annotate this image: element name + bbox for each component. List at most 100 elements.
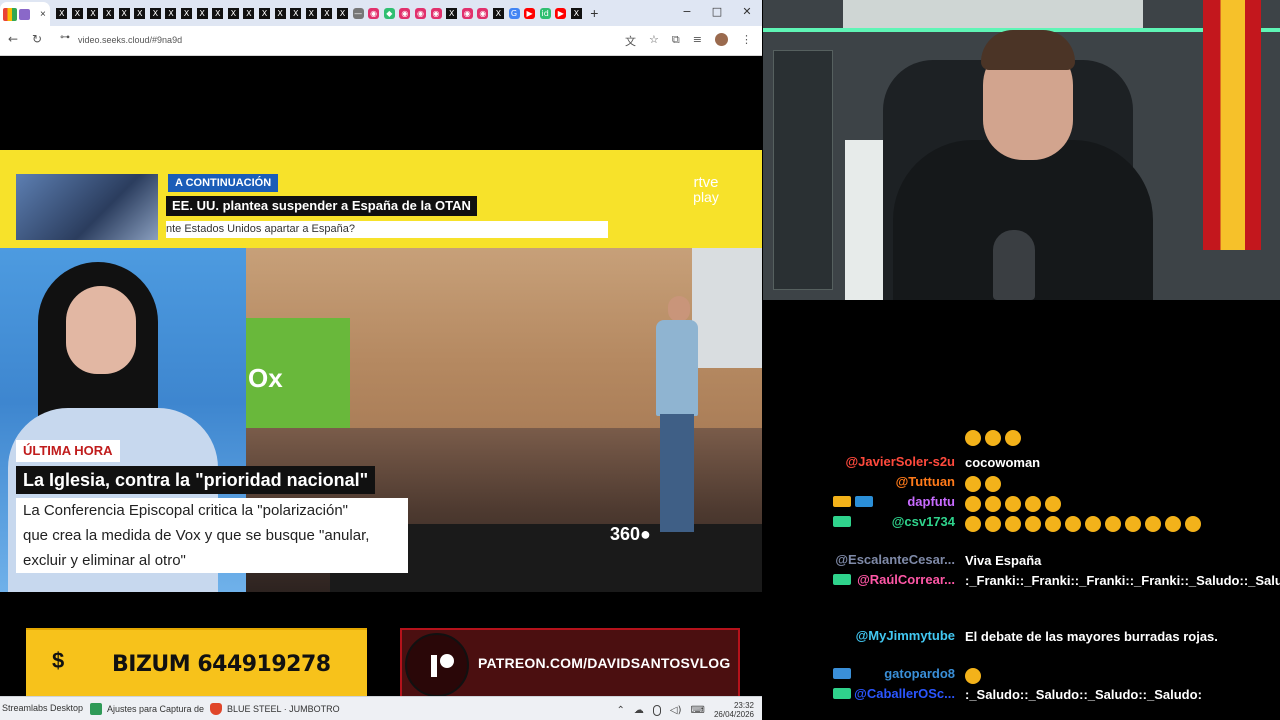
profile-avatar[interactable]	[715, 33, 728, 46]
pinned-tab-icon[interactable]: —	[352, 7, 364, 19]
emoji-laugh-icon	[985, 515, 1001, 532]
emoji-laugh-icon	[1025, 495, 1041, 512]
pinned-tab-icon[interactable]: X	[149, 7, 161, 19]
clock[interactable]: 23:32 26/04/2026	[714, 701, 754, 719]
close-window-button[interactable]: ✕	[732, 0, 762, 24]
taskbar-item-browser[interactable]: BLUE STEEL · JUMBOTRO	[210, 703, 340, 715]
pinned-tab-icon[interactable]: X	[165, 7, 177, 19]
chat-username[interactable]: @EscalanteCesar...	[835, 552, 955, 567]
chat-badge-icon	[833, 688, 851, 699]
video-player[interactable]: A CONTINUACIÓN EE. UU. plantea suspender…	[0, 56, 762, 696]
chat-username[interactable]: @RaúlCorrear...	[857, 572, 955, 587]
spanish-flag	[1203, 0, 1261, 250]
pinned-tab-icon[interactable]: ◉	[430, 7, 442, 19]
translate-icon[interactable]: 文	[625, 33, 636, 49]
microphone-icon[interactable]	[652, 704, 661, 716]
toolbar-icons: 文 ☆ ⧉ ≡ ⋮	[625, 33, 752, 49]
pinned-tab-icon[interactable]: ◉	[414, 7, 426, 19]
pinned-tab-icon[interactable]: X	[103, 7, 115, 19]
next-up-subtitle: nte Estados Unidos apartar a España?	[166, 221, 608, 238]
chat-username[interactable]: @Tuttuan	[896, 474, 955, 489]
pinned-tab-icon[interactable]: X	[118, 7, 130, 19]
speaker-shirt	[656, 320, 698, 416]
pinned-tab-icon[interactable]: X	[305, 7, 317, 19]
pinned-tab-icon[interactable]: ◉	[477, 7, 489, 19]
pinned-tab-icon[interactable]: ◉	[461, 7, 473, 19]
taskbar-item-streamlabs[interactable]: Streamlabs Desktop	[2, 703, 83, 713]
headline-subtitle: La Conferencia Episcopal critica la "pol…	[16, 498, 408, 573]
pinned-tab-icon[interactable]: G	[508, 7, 520, 19]
chat-username[interactable]: @JavierSoler-s2u	[845, 454, 955, 469]
pinned-tab-icon[interactable]: X	[56, 7, 68, 19]
next-up-banner: A CONTINUACIÓN EE. UU. plantea suspender…	[0, 150, 762, 248]
pinned-tab-icon[interactable]: ◉	[368, 7, 380, 19]
chat-text	[965, 494, 1249, 512]
url-field[interactable]: video.seeks.cloud/#9na9d	[78, 35, 182, 45]
pinned-tab-icon[interactable]: X	[290, 7, 302, 19]
new-tab-button[interactable]: +	[590, 5, 598, 21]
pinned-tab-icon[interactable]: X	[243, 7, 255, 19]
reload-button[interactable]: ↻	[32, 32, 42, 46]
emoji-laugh-icon	[1085, 515, 1101, 532]
pinned-tab-icon[interactable]: X	[212, 7, 224, 19]
bookmark-star-icon[interactable]: ☆	[649, 33, 659, 49]
pinned-tab-icon[interactable]: X	[227, 7, 239, 19]
page-favicon	[19, 8, 30, 20]
chat-username[interactable]: dapfutu	[907, 494, 955, 509]
pinned-tab-icon[interactable]: X	[71, 7, 83, 19]
chat-text: cocowoman	[965, 454, 1249, 472]
pinned-tab-icon[interactable]: ◉	[399, 7, 411, 19]
chat-username[interactable]: @MyJimmytube	[856, 628, 955, 643]
chat-text: El debate de las mayores burradas rojas.	[965, 628, 1249, 646]
pinned-tab-icon[interactable]: X	[259, 7, 271, 19]
chat-username[interactable]: @csv1734	[892, 514, 955, 529]
pinned-tab-icon[interactable]: X	[492, 7, 504, 19]
media-controls-icon[interactable]: ≡	[693, 33, 702, 49]
live-chat: @JavierSoler-s2u cocowoman @Tuttuan dapfutu…	[763, 300, 1280, 720]
speaker-jeans	[660, 414, 694, 532]
chat-badge-icon	[855, 496, 873, 507]
tab-close-icon[interactable]: ×	[40, 9, 46, 20]
pinned-tab-icon[interactable]: X	[446, 7, 458, 19]
pinned-tab-icon[interactable]: X	[321, 7, 333, 19]
minimize-button[interactable]: −	[672, 0, 702, 24]
chat-text	[965, 514, 1249, 532]
active-tab[interactable]: ×	[0, 2, 50, 26]
chat-text: Viva España	[965, 552, 1249, 570]
onedrive-icon[interactable]: ☁	[634, 705, 644, 716]
pinned-tab-icon[interactable]: X	[87, 7, 99, 19]
pinned-tab-icon[interactable]: X	[134, 7, 146, 19]
system-tray: ⌃ ☁ ◁) ⌨ 23:32 26/04/2026	[617, 701, 754, 719]
maximize-button[interactable]: □	[702, 0, 732, 24]
back-button[interactable]: ←	[8, 32, 18, 46]
pinned-tab-icon[interactable]: X	[196, 7, 208, 19]
chat-badge-icon	[833, 574, 851, 585]
pinned-tab-icon[interactable]: ◆	[383, 7, 395, 19]
rtve-play-logo: rtve play	[686, 175, 726, 205]
tray-chevron-icon[interactable]: ⌃	[617, 705, 625, 716]
emoji-laugh-icon	[1025, 515, 1041, 532]
taskbar-item-capture[interactable]: Ajustes para Captura de	[90, 703, 204, 715]
pinned-tab-icon[interactable]: X	[181, 7, 193, 19]
menu-kebab-icon[interactable]: ⋮	[741, 33, 752, 49]
emoji-laugh-icon	[965, 515, 981, 532]
chat-username[interactable]: @CaballerOSc...	[854, 686, 955, 701]
taskbar-label: Streamlabs Desktop	[2, 703, 84, 713]
speaker-icon[interactable]: ◁)	[670, 705, 682, 716]
chat-username[interactable]: gatopardo8	[884, 666, 955, 681]
streamer	[863, 30, 1173, 300]
pinned-tab-icon[interactable]: id	[539, 7, 551, 19]
chat-text	[965, 474, 1249, 492]
chat-text-content: :_Franki::_Franki::_Franki::_Franki::_Sa…	[965, 573, 1280, 588]
keyboard-icon[interactable]: ⌨	[691, 705, 705, 716]
capture-app-icon	[90, 703, 102, 715]
site-info-icon[interactable]: ⊶	[60, 32, 70, 43]
chat-text	[965, 428, 1249, 446]
pinned-tab-icon[interactable]: X	[336, 7, 348, 19]
emoji-laugh-icon	[1045, 515, 1061, 532]
pinned-tab-icon[interactable]: ▶	[524, 7, 536, 19]
pinned-tab-icon[interactable]: X	[570, 7, 582, 19]
pinned-tab-icon[interactable]: ▶	[555, 7, 567, 19]
pinned-tab-icon[interactable]: X	[274, 7, 286, 19]
extensions-icon[interactable]: ⧉	[672, 33, 680, 49]
